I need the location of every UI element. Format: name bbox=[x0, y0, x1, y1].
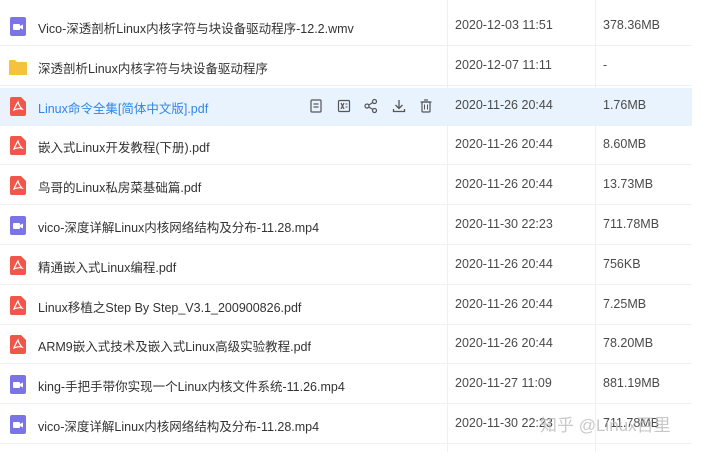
file-row[interactable]: 精通嵌入式Linux编程.pdf 2020-11-26 20:44 756KB bbox=[0, 247, 692, 285]
document-icon[interactable] bbox=[308, 98, 324, 114]
file-date: 2020-11-27 11:09 bbox=[455, 376, 552, 391]
file-date: 2020-11-30 22:23 bbox=[455, 217, 553, 231]
pdf-file-icon bbox=[10, 255, 26, 275]
file-size: 1.76MB bbox=[603, 97, 647, 112]
pdf-file-icon bbox=[10, 295, 26, 315]
pdf-file-icon bbox=[10, 176, 26, 196]
file-name[interactable]: Linux命令全集[简体中文版].pdf bbox=[38, 98, 208, 117]
file-row[interactable]: Linux命令全集[简体中文版].pdf 2020-11-26 20:44 1.76… bbox=[0, 87, 692, 126]
file-name[interactable]: Linux移植之Step By Step_V3.1_200900826.pdf bbox=[38, 297, 301, 316]
share-icon[interactable] bbox=[363, 98, 379, 114]
column-divider-date bbox=[447, 0, 448, 452]
file-name[interactable]: 深透剖析Linux内核字符与块设备驱动程序 bbox=[38, 58, 268, 77]
file-row[interactable]: 深透剖析Linux内核字符与块设备驱动程序 2020-12-07 11:11 - bbox=[0, 48, 692, 86]
file-size: 378.36MB bbox=[603, 18, 660, 32]
file-name[interactable]: 嵌入式Linux开发教程(下册).pdf bbox=[38, 137, 210, 156]
file-date: 2020-11-26 20:44 bbox=[455, 177, 553, 192]
pdf-file-icon bbox=[10, 96, 26, 116]
folder-icon bbox=[9, 59, 27, 78]
column-divider-size bbox=[595, 0, 596, 452]
file-row[interactable]: 嵌入式Linux开发教程(下册).pdf 2020-11-26 20:44 8.60… bbox=[0, 127, 692, 166]
file-name[interactable]: 鸟哥的Linux私房菜基础篇.pdf bbox=[38, 177, 201, 196]
delete-icon[interactable] bbox=[418, 98, 434, 114]
file-row[interactable]: 鸟哥的Linux私房菜基础篇.pdf 2020-11-26 20:44 13.73M… bbox=[0, 167, 692, 206]
file-name[interactable]: king-手把手带你实现一个Linux内核文件系统-11.26.mp4 bbox=[38, 376, 345, 395]
file-date: 2020-11-26 20:44 bbox=[455, 336, 553, 351]
file-size: 711.78MB bbox=[603, 217, 660, 231]
file-date: 2020-11-26 20:44 bbox=[455, 97, 553, 112]
file-size: 13.73MB bbox=[603, 177, 654, 192]
file-date: 2020-11-26 20:44 bbox=[455, 296, 553, 311]
file-size: 7.25MB bbox=[603, 296, 647, 311]
file-row[interactable]: king-手把手带你实现一个Linux内核文件系统-11.26.mp4 2020-… bbox=[0, 366, 692, 405]
file-size: - bbox=[603, 57, 608, 72]
file-name[interactable]: vico-深度详解Linux内核网络结构及分布-11.28.mp4 bbox=[38, 416, 319, 435]
pdf-file-icon bbox=[10, 136, 26, 156]
file-date: 2020-11-26 20:44 bbox=[455, 256, 553, 271]
file-size: 78.20MB bbox=[603, 336, 654, 351]
file-row[interactable]: ARM9嵌入式技术及嵌入式Linux高级实验教程.pdf 2020-11-26 2… bbox=[0, 326, 692, 365]
file-name[interactable]: Vico-深透剖析Linux内核字符与块设备驱动程序-12.2.wmv bbox=[38, 18, 354, 37]
watermark: 知乎 @Linux百里 bbox=[540, 416, 671, 435]
video-file-icon bbox=[10, 375, 26, 395]
file-size: 8.60MB bbox=[603, 137, 647, 152]
excel-icon[interactable] bbox=[336, 98, 352, 114]
file-name[interactable]: ARM9嵌入式技术及嵌入式Linux高级实验教程.pdf bbox=[38, 336, 311, 355]
file-row[interactable]: Vico-深透剖析Linux内核字符与块设备驱动程序-12.2.wmv 2020-… bbox=[0, 8, 692, 46]
file-name[interactable]: 精通嵌入式Linux编程.pdf bbox=[38, 257, 176, 276]
file-date: 2020-11-30 22:23 bbox=[455, 416, 553, 430]
file-date: 2020-11-26 20:44 bbox=[455, 137, 553, 152]
download-icon[interactable] bbox=[391, 98, 407, 114]
video-file-icon bbox=[10, 216, 26, 235]
file-row[interactable]: vico-深度详解Linux内核网络结构及分布-11.28.mp4 2020-11… bbox=[0, 207, 692, 245]
file-name[interactable]: vico-深度详解Linux内核网络结构及分布-11.28.mp4 bbox=[38, 217, 319, 236]
pdf-file-icon bbox=[10, 335, 26, 355]
file-size: 756KB bbox=[603, 256, 641, 271]
video-file-icon bbox=[10, 17, 26, 36]
video-file-icon bbox=[10, 415, 26, 434]
file-date: 2020-12-07 11:11 bbox=[455, 57, 552, 72]
file-row[interactable]: Linux移植之Step By Step_V3.1_200900826.pdf 2… bbox=[0, 287, 692, 325]
file-date: 2020-12-03 11:51 bbox=[455, 18, 553, 32]
file-size: 881.19MB bbox=[603, 376, 660, 391]
